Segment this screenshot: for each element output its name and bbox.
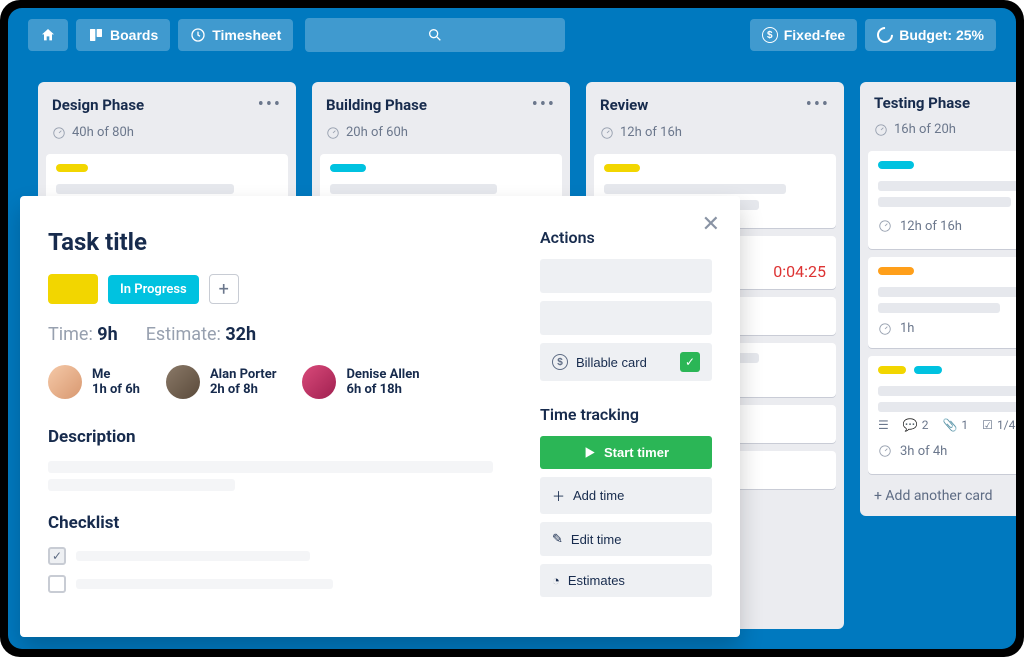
card[interactable]: 1h <box>868 257 1016 348</box>
assignee[interactable]: Denise Allen6h of 18h <box>302 365 419 399</box>
time-label: Time: <box>48 324 93 345</box>
checkbox-checked[interactable]: ✓ <box>48 547 66 565</box>
estimate-value: 32h <box>225 324 256 345</box>
status-badge[interactable]: In Progress <box>108 275 199 304</box>
clock-icon: ◔ <box>552 573 560 588</box>
start-timer-button[interactable]: Start timer <box>540 436 712 469</box>
card[interactable]: 12h of 16h <box>868 151 1016 249</box>
add-time-button[interactable]: ＋Add time <box>540 477 712 514</box>
estimates-button[interactable]: ◔Estimates <box>540 564 712 597</box>
estimate-label: Estimate: <box>146 324 221 345</box>
gauge-icon <box>878 444 892 458</box>
actions-heading: Actions <box>540 228 712 247</box>
column-meta: 40h of 80h <box>46 125 288 146</box>
billable-toggle[interactable]: $Billable card ✓ <box>540 343 712 381</box>
column-menu-button[interactable]: ••• <box>806 94 830 115</box>
column-title: Design Phase <box>52 96 144 114</box>
clock-icon <box>190 27 206 43</box>
gauge-icon <box>878 322 892 336</box>
boards-button[interactable]: Boards <box>76 19 170 51</box>
assignee[interactable]: Me1h of 6h <box>48 365 140 399</box>
fixed-fee-label: Fixed-fee <box>784 27 845 43</box>
label-pill <box>330 164 366 172</box>
edit-time-button[interactable]: ✎Edit time <box>540 522 712 556</box>
close-icon[interactable]: ✕ <box>702 212 720 237</box>
gauge-icon <box>52 126 66 140</box>
label-pill <box>604 164 640 172</box>
card-time: 3h of 4h <box>900 444 947 459</box>
add-card-button[interactable]: + Add another card <box>868 482 1016 506</box>
boards-icon <box>88 27 104 43</box>
column-meta: 16h of 20h <box>868 122 1016 143</box>
plus-icon: ＋ <box>552 486 565 505</box>
description-heading: Description <box>48 427 516 447</box>
column-title: Building Phase <box>326 96 427 114</box>
add-label-button[interactable]: + <box>209 274 239 304</box>
progress-ring-icon <box>874 24 897 47</box>
timesheet-label: Timesheet <box>212 27 281 43</box>
gauge-icon <box>878 219 892 233</box>
assignee[interactable]: Alan Porter2h of 8h <box>166 365 277 399</box>
checklist-item[interactable]: ✓ <box>48 547 516 565</box>
card-badges: ☰ 💬2 📎1 ☑1/4 <box>878 418 1016 432</box>
column-title: Testing Phase <box>874 94 970 112</box>
action-button[interactable] <box>540 301 712 335</box>
avatar <box>302 365 336 399</box>
header: Boards Timesheet $ Fixed-fee Budget: 25% <box>8 8 1016 62</box>
pencil-icon: ✎ <box>552 531 563 547</box>
avatar <box>166 365 200 399</box>
play-icon <box>583 446 596 459</box>
label-pill <box>878 161 914 169</box>
attachment-icon: 📎 <box>942 418 957 432</box>
time-value: 9h <box>97 324 117 345</box>
tracking-heading: Time tracking <box>540 405 712 424</box>
label-pill <box>56 164 88 172</box>
fixed-fee-button[interactable]: $ Fixed-fee <box>750 19 857 51</box>
search-icon <box>427 27 443 43</box>
card-time: 12h of 16h <box>900 219 962 234</box>
card-time: 1h <box>900 321 914 336</box>
budget-button[interactable]: Budget: 25% <box>865 19 996 51</box>
checklist-item[interactable] <box>48 575 516 593</box>
column-menu-button[interactable]: ••• <box>532 94 556 115</box>
task-modal: ✕ Task title In Progress + Time: 9h Esti… <box>20 196 740 637</box>
dollar-icon: $ <box>552 354 568 370</box>
column-menu-button[interactable]: ••• <box>258 94 282 115</box>
description-icon: ☰ <box>878 418 889 432</box>
gauge-icon <box>600 126 614 140</box>
task-title: Task title <box>48 228 516 256</box>
gauge-icon <box>874 123 888 137</box>
column-meta: 20h of 60h <box>320 125 562 146</box>
comments-icon: 💬 <box>903 418 918 432</box>
dollar-icon: $ <box>762 27 778 43</box>
label-pill <box>914 366 942 374</box>
boards-label: Boards <box>110 27 158 43</box>
gauge-icon <box>326 126 340 140</box>
running-timer: 0:04:25 <box>773 262 826 281</box>
label-pill <box>878 267 914 275</box>
avatar <box>48 365 82 399</box>
home-button[interactable] <box>28 19 68 51</box>
budget-label: Budget: 25% <box>899 27 984 43</box>
column-title: Review <box>600 96 648 114</box>
timesheet-button[interactable]: Timesheet <box>178 19 293 51</box>
column-meta: 12h of 16h <box>594 125 836 146</box>
checkbox[interactable] <box>48 575 66 593</box>
label-yellow[interactable] <box>48 274 98 304</box>
action-button[interactable] <box>540 259 712 293</box>
home-icon <box>40 27 56 43</box>
check-icon: ✓ <box>680 352 700 372</box>
checklist-heading: Checklist <box>48 513 516 533</box>
card[interactable]: ☰ 💬2 📎1 ☑1/4 3h of 4h <box>868 356 1016 474</box>
column-testing-phase: Testing Phase 16h of 20h 12h of 16h 1h <box>860 82 1016 516</box>
label-pill <box>878 366 906 374</box>
checklist-icon: ☑ <box>982 418 993 432</box>
search-input[interactable] <box>305 18 565 52</box>
